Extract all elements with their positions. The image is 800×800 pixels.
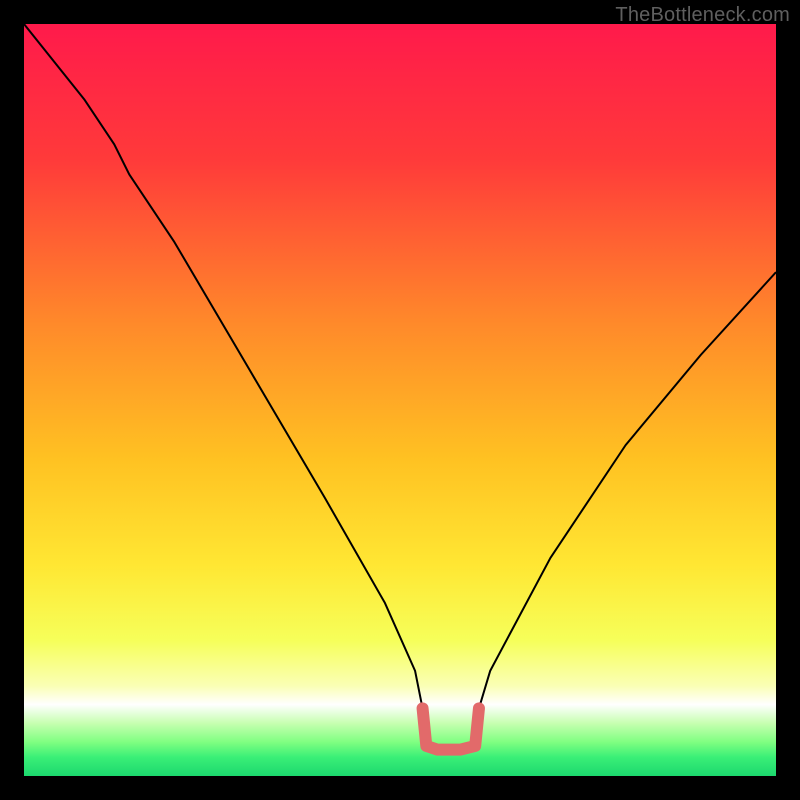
chart-svg (24, 24, 776, 776)
chart-frame: TheBottleneck.com (0, 0, 800, 800)
plot-area (24, 24, 776, 776)
watermark-text: TheBottleneck.com (615, 4, 790, 27)
